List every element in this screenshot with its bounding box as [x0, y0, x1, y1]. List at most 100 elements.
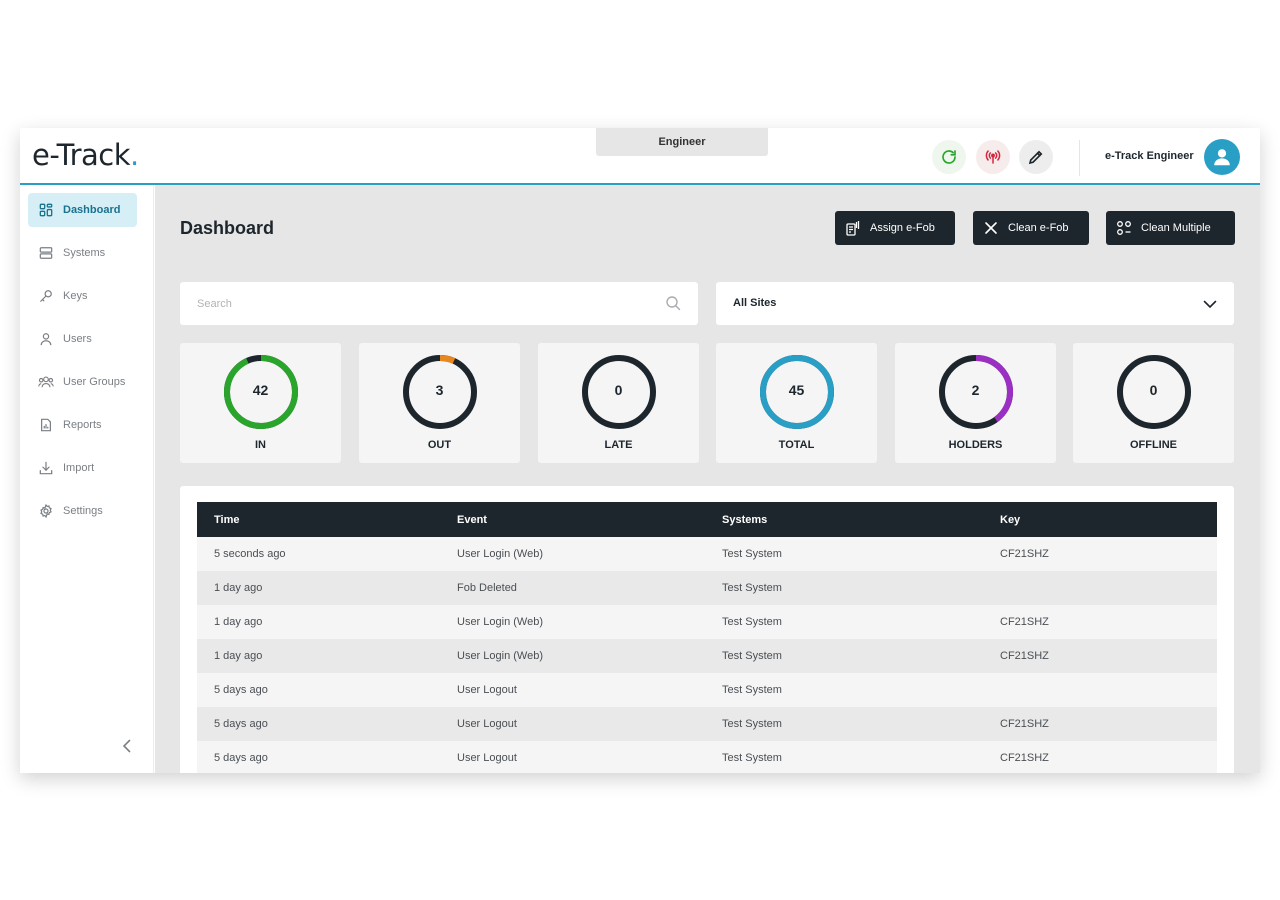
- activity-table-card: Time Event Systems Key 5 seconds ago User…: [180, 486, 1234, 773]
- logo-dot: .: [130, 138, 139, 172]
- cell-event: User Login (Web): [457, 616, 543, 628]
- cell-key: CF21SHZ: [1000, 650, 1049, 662]
- pen-icon: [1028, 150, 1043, 165]
- logo[interactable]: e-Track.: [32, 138, 139, 172]
- search-box: [180, 282, 698, 325]
- search-icon[interactable]: [665, 295, 681, 311]
- cell-time: 5 days ago: [214, 684, 268, 696]
- stat-card-out[interactable]: 3 OUT: [359, 343, 520, 463]
- stat-value: 2: [971, 382, 980, 398]
- stat-value: 45: [788, 382, 805, 398]
- clean-efob-button[interactable]: Clean e-Fob: [973, 211, 1089, 245]
- settings-icon: [38, 503, 54, 519]
- stat-card-total[interactable]: 45 TOTAL: [716, 343, 877, 463]
- stat-card-in[interactable]: 42 IN: [180, 343, 341, 463]
- signal-icon: [985, 150, 1001, 164]
- column-header-key[interactable]: Key: [1000, 514, 1217, 526]
- key-icon: [38, 288, 54, 304]
- stat-label: OFFLINE: [1129, 439, 1178, 451]
- sidebar-item-settings[interactable]: Settings: [28, 494, 137, 528]
- cell-system: Test System: [722, 582, 782, 594]
- sidebar-item-reports[interactable]: Reports: [28, 408, 137, 442]
- logo-text: e-Track: [32, 138, 131, 172]
- button-label: Clean Multiple: [1141, 222, 1211, 234]
- sidebar-item-systems[interactable]: Systems: [28, 236, 137, 270]
- sidebar-item-dashboard[interactable]: Dashboard: [28, 193, 137, 227]
- cell-event: User Login (Web): [457, 650, 543, 662]
- user-name[interactable]: e-Track Engineer: [1105, 150, 1194, 162]
- sidebar-item-label: Systems: [63, 247, 106, 259]
- cell-event: User Login (Web): [457, 548, 543, 560]
- chevron-down-icon: [1203, 300, 1217, 309]
- systems-icon: [38, 245, 54, 261]
- cell-system: Test System: [722, 616, 782, 628]
- table-body: 5 seconds ago User Login (Web) Test System…: [197, 537, 1217, 773]
- stat-label: HOLDERS: [948, 439, 1003, 451]
- user-icon: [38, 331, 54, 347]
- stat-card-holders[interactable]: 2 HOLDERS: [895, 343, 1056, 463]
- page-title: Dashboard: [180, 218, 275, 238]
- column-header-systems[interactable]: Systems: [722, 514, 1000, 526]
- sidebar-item-label: Settings: [63, 505, 103, 517]
- cell-time: 1 day ago: [214, 650, 263, 662]
- stat-label: IN: [255, 439, 266, 451]
- signal-button[interactable]: [976, 140, 1010, 174]
- sidebar: Dashboard Systems Keys Users User Groups…: [20, 185, 154, 773]
- table-row[interactable]: 5 days ago User Logout Test System CF21SHZ: [197, 741, 1217, 773]
- activity-table: Time Event Systems Key 5 seconds ago User…: [197, 502, 1217, 773]
- cell-event: User Logout: [457, 684, 517, 696]
- sidebar-item-label: Users: [63, 333, 92, 345]
- sidebar-item-label: Reports: [63, 419, 102, 431]
- cell-time: 5 days ago: [214, 718, 268, 730]
- dashboard-icon: [38, 202, 54, 218]
- cell-event: User Logout: [457, 718, 517, 730]
- button-label: Clean e-Fob: [1008, 222, 1069, 234]
- assign-efob-button[interactable]: Assign e-Fob: [835, 211, 955, 245]
- cell-key: CF21SHZ: [1000, 616, 1049, 628]
- cell-event: User Logout: [457, 752, 517, 764]
- avatar[interactable]: [1204, 139, 1240, 175]
- cell-system: Test System: [722, 684, 782, 696]
- stat-label: LATE: [604, 439, 633, 451]
- sidebar-item-label: User Groups: [63, 376, 126, 388]
- table-row[interactable]: 5 seconds ago User Login (Web) Test System…: [197, 537, 1217, 571]
- table-row[interactable]: 5 days ago User Logout Test System CF21SHZ: [197, 707, 1217, 741]
- clean-multiple-button[interactable]: Clean Multiple: [1106, 211, 1235, 245]
- refresh-button[interactable]: [932, 140, 966, 174]
- sidebar-item-label: Import: [63, 462, 95, 474]
- top-bar: e-Track. Engineer e-Track Engineer: [20, 128, 1260, 185]
- cell-system: Test System: [722, 718, 782, 730]
- stat-card-offline[interactable]: 0 OFFLINE: [1073, 343, 1234, 463]
- refresh-icon: [942, 150, 956, 164]
- stat-label: TOTAL: [778, 439, 815, 451]
- user-groups-icon: [38, 374, 54, 390]
- sidebar-item-label: Dashboard: [63, 204, 121, 216]
- clean-multiple-icon: [1116, 220, 1132, 236]
- sidebar-item-user-groups[interactable]: User Groups: [28, 365, 137, 399]
- table-row[interactable]: 1 day ago User Login (Web) Test System CF21…: [197, 605, 1217, 639]
- role-tab[interactable]: Engineer: [596, 128, 768, 156]
- user-avatar-icon: [1214, 149, 1230, 166]
- stat-label: OUT: [427, 439, 452, 451]
- pen-button[interactable]: [1019, 140, 1053, 174]
- cell-time: 5 seconds ago: [214, 548, 286, 560]
- site-select[interactable]: All Sites: [716, 282, 1234, 325]
- sidebar-item-keys[interactable]: Keys: [28, 279, 137, 313]
- table-row[interactable]: 1 day ago Fob Deleted Test System: [197, 571, 1217, 605]
- import-icon: [38, 460, 54, 476]
- collapse-sidebar-button[interactable]: [119, 738, 135, 754]
- cell-system: Test System: [722, 548, 782, 560]
- table-row[interactable]: 1 day ago User Login (Web) Test System CF21…: [197, 639, 1217, 673]
- stat-value: 0: [614, 382, 623, 398]
- sidebar-item-import[interactable]: Import: [28, 451, 137, 485]
- search-input[interactable]: [180, 282, 650, 325]
- cell-system: Test System: [722, 752, 782, 764]
- column-header-event[interactable]: Event: [457, 514, 722, 526]
- chevron-left-icon: [122, 739, 131, 753]
- table-row[interactable]: 5 days ago User Logout Test System: [197, 673, 1217, 707]
- stat-card-late[interactable]: 0 LATE: [538, 343, 699, 463]
- column-header-time[interactable]: Time: [197, 514, 457, 526]
- main-content: Dashboard Assign e-Fob Clean e-Fob Clean…: [155, 185, 1260, 773]
- sidebar-item-users[interactable]: Users: [28, 322, 137, 356]
- app-window: e-Track. Engineer e-Track Engineer Dashb…: [20, 128, 1260, 773]
